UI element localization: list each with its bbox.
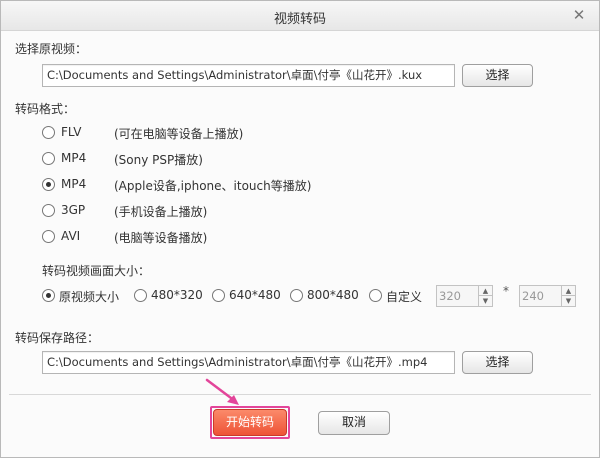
format-option-desc: (电脑等设备播放) [114, 231, 208, 245]
custom-width-value[interactable]: 320 [439, 286, 461, 306]
format-option-name: FLV [61, 125, 82, 139]
cancel-button[interactable]: 取消 [318, 411, 390, 435]
source-path-input[interactable]: C:\Documents and Settings\Administrator\… [42, 64, 455, 87]
format-option-desc: (Apple设备,iphone、itouch等播放) [114, 179, 312, 193]
spinner-down-icon[interactable]: ▼ [562, 296, 575, 306]
radio-unchecked-icon[interactable] [42, 126, 55, 139]
radio-checked-icon[interactable] [42, 289, 55, 302]
size-option-name: 800*480 [307, 288, 359, 302]
radio-checked-icon[interactable] [42, 178, 55, 191]
radio-unchecked-icon[interactable] [369, 289, 382, 302]
pointer-arrow-icon [205, 378, 239, 405]
size-label: 转码视频画面大小： [42, 264, 151, 278]
spinner-arrows: ▲ ▼ [561, 286, 575, 306]
format-option-name: MP4 [61, 177, 87, 191]
format-option-name: MP4 [61, 151, 87, 165]
custom-width-spinner[interactable]: 320 ▲ ▼ [436, 285, 493, 307]
radio-unchecked-icon[interactable] [134, 289, 147, 302]
format-option-desc: (可在电脑等设备上播放) [114, 127, 244, 141]
spinner-down-icon[interactable]: ▼ [479, 296, 492, 306]
radio-unchecked-icon[interactable] [42, 204, 55, 217]
close-icon[interactable]: ✕ [569, 5, 589, 25]
dialog-title: 视频转码 [273, 12, 326, 27]
spinner-up-icon[interactable]: ▲ [562, 286, 575, 296]
radio-unchecked-icon[interactable] [42, 230, 55, 243]
start-transcode-button[interactable]: 开始转码 [213, 409, 287, 436]
format-label: 转码格式： [15, 102, 76, 116]
format-option-name: AVI [61, 229, 81, 243]
radio-unchecked-icon[interactable] [212, 289, 225, 302]
spinner-arrows: ▲ ▼ [478, 286, 492, 306]
transcode-dialog: 视频转码 ✕ 选择原视频： C:\Documents and Settings\… [0, 0, 600, 458]
size-option-name: 480*320 [151, 288, 203, 302]
size-option-name: 自定义 [386, 290, 423, 304]
title-bar[interactable]: 视频转码 ✕ [1, 1, 599, 31]
size-separator: * [503, 284, 509, 298]
divider [9, 394, 591, 395]
source-label: 选择原视频： [15, 42, 88, 56]
radio-unchecked-icon[interactable] [42, 152, 55, 165]
output-label: 转码保存路径： [15, 331, 100, 345]
spinner-up-icon[interactable]: ▲ [479, 286, 492, 296]
size-option-name: 640*480 [229, 288, 281, 302]
source-browse-button[interactable]: 选择 [462, 64, 533, 87]
format-option-desc: (手机设备上播放) [114, 205, 208, 219]
radio-unchecked-icon[interactable] [290, 289, 303, 302]
format-option-name: 3GP [61, 203, 86, 217]
format-option-desc: (Sony PSP播放) [114, 153, 203, 167]
custom-height-spinner[interactable]: 240 ▲ ▼ [519, 285, 576, 307]
output-path-input[interactable]: C:\Documents and Settings\Administrator\… [42, 351, 455, 374]
output-browse-button[interactable]: 选择 [462, 351, 533, 374]
size-option-name: 原视频大小 [59, 290, 120, 304]
custom-height-value[interactable]: 240 [522, 286, 544, 306]
